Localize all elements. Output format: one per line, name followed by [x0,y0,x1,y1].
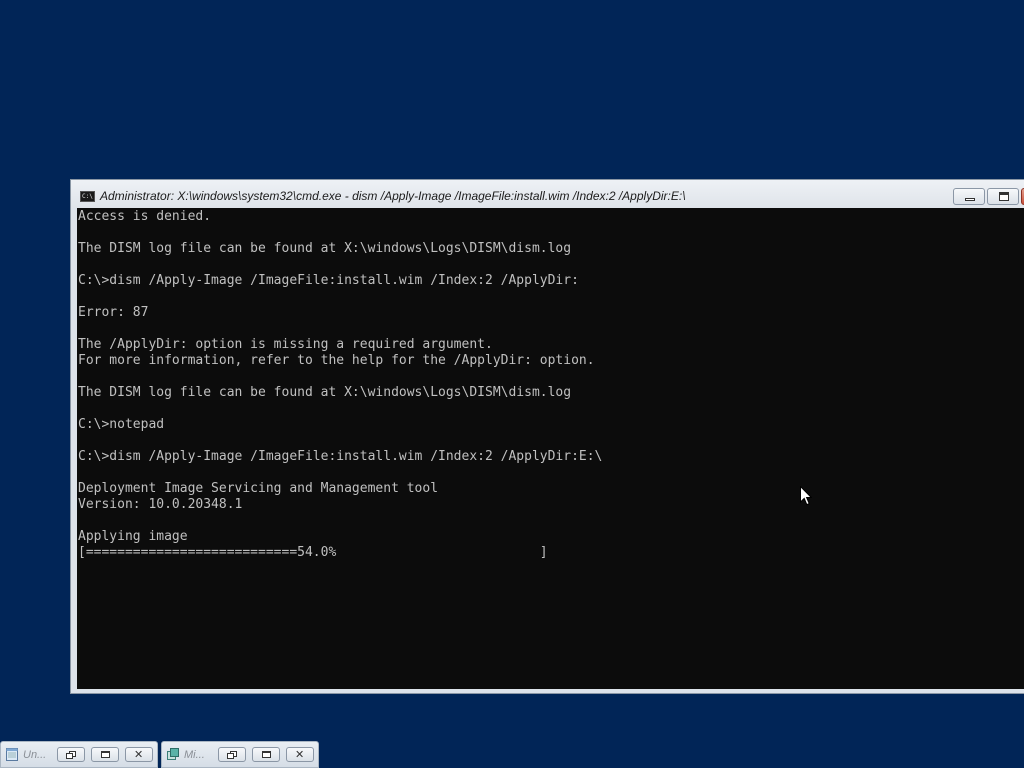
console-line: Access is denied. [78,209,212,224]
console-line: C:\>notepad [78,417,165,432]
console-line: Deployment Image Servicing and Managemen… [78,481,439,496]
management-console-icon [167,748,179,760]
maximize-icon [101,751,110,758]
restore-icon [227,751,237,759]
console-icon[interactable]: C:\ [80,191,95,202]
minimized-window-notepad[interactable]: Un... ✕ [0,741,158,768]
close-icon: ✕ [134,748,144,761]
minimize-button[interactable] [953,188,985,205]
minimized-window-label: Mi... [184,749,205,761]
console-line: C:\>dism /Apply-Image /ImageFile:install… [78,449,603,464]
console-line: The DISM log file can be found at X:\win… [78,241,572,256]
notepad-icon [6,748,18,761]
restore-button[interactable] [57,747,85,762]
minimize-icon [965,198,975,201]
console-line: C:\>dism /Apply-Image /ImageFile:install… [78,273,579,288]
mouse-pointer-icon [800,486,812,506]
restore-button[interactable] [218,747,246,762]
maximize-icon [262,751,271,758]
minimized-window-management-console[interactable]: Mi... ✕ [161,741,319,768]
cmd-window[interactable]: C:\ Administrator: X:\windows\system32\c… [70,179,1024,694]
window-title: Administrator: X:\windows\system32\cmd.e… [100,189,686,203]
console-line: Applying image [78,529,188,544]
window-controls [953,188,1024,206]
console-output-area[interactable]: Access is denied. The DISM log file can … [77,208,1024,689]
close-button[interactable]: ✕ [286,747,314,762]
console-line: The /ApplyDir: option is missing a requi… [78,337,493,352]
console-text: Access is denied. The DISM log file can … [77,208,1024,561]
console-line: Error: 87 [78,305,149,320]
maximize-icon [999,192,1009,201]
console-line: For more information, refer to the help … [78,353,595,368]
console-line: Version: 10.0.20348.1 [78,497,243,512]
restore-icon [66,751,76,759]
maximize-button[interactable] [91,747,119,762]
maximize-button[interactable] [987,188,1019,205]
console-line: The DISM log file can be found at X:\win… [78,385,572,400]
minimized-window-label: Un... [23,749,47,761]
close-button[interactable]: ✕ [125,747,153,762]
title-bar[interactable]: C:\ Administrator: X:\windows\system32\c… [71,180,1024,208]
close-icon: ✕ [295,748,305,761]
console-line: [===========================54.0% ] [78,545,548,560]
maximize-button[interactable] [252,747,280,762]
